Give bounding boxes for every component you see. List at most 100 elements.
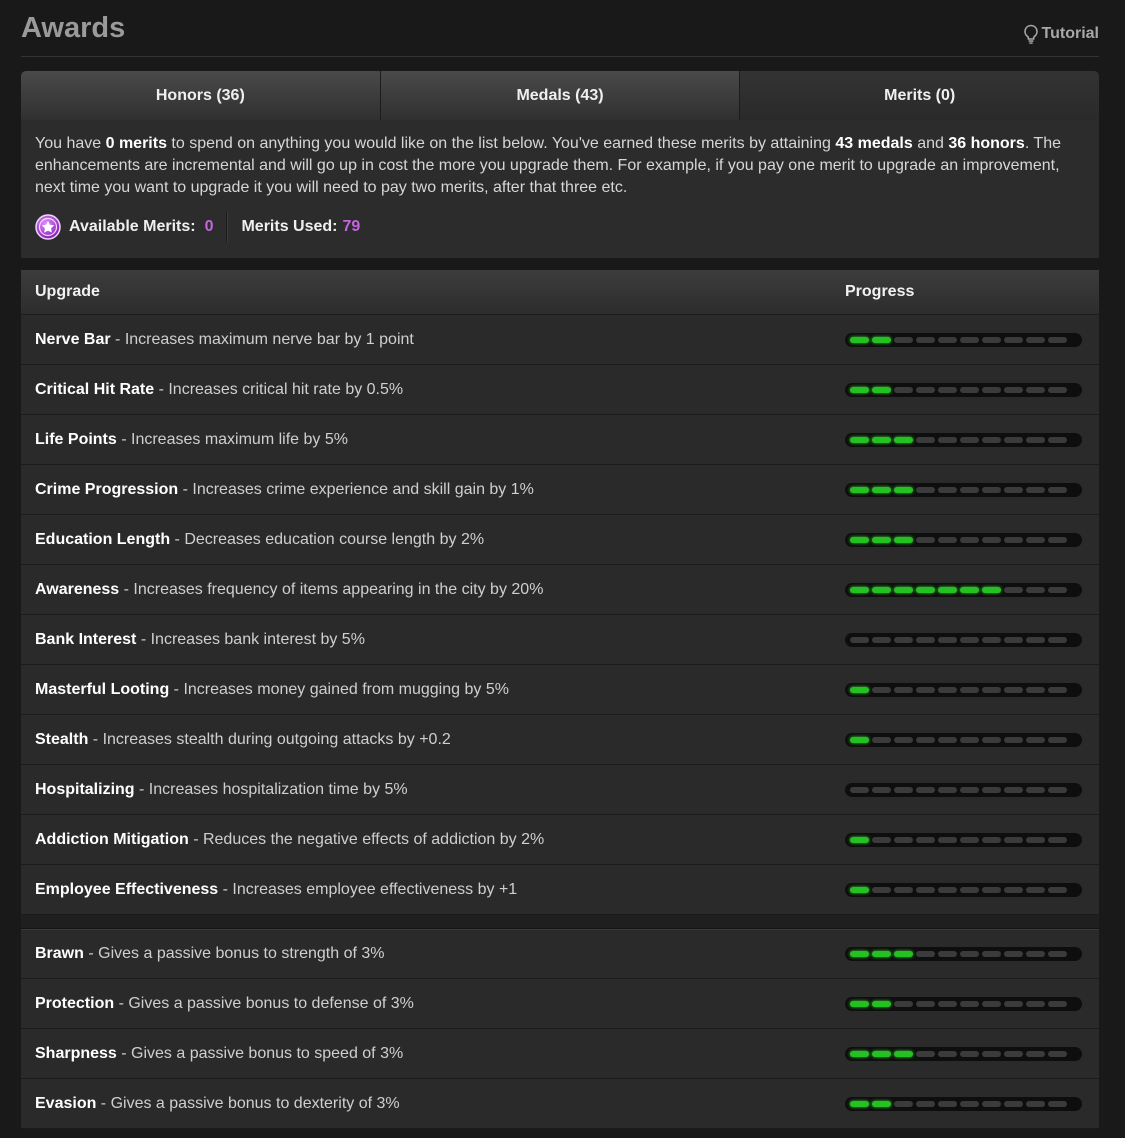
progress-segment-empty (894, 336, 913, 343)
progress-segment-empty (1004, 336, 1023, 343)
progress-segment-empty (916, 786, 935, 793)
upgrade-progress (845, 382, 1099, 397)
progress-segment-empty (982, 1000, 1001, 1007)
progress-segment-empty (1048, 886, 1067, 893)
upgrade-description: - Increases stealth during outgoing atta… (88, 730, 451, 748)
upgrade-name: Addiction Mitigation (35, 830, 189, 848)
progress-segment-filled (894, 486, 913, 493)
upgrade-row[interactable]: Nerve Bar - Increases maximum nerve bar … (21, 315, 1099, 365)
upgrades-table: Upgrade Progress Nerve Bar - Increases m… (21, 270, 1099, 1129)
progress-segment-filled (850, 736, 869, 743)
honors-count-text: 36 honors (948, 135, 1025, 152)
progress-segment-empty (938, 786, 957, 793)
upgrade-description: - Gives a passive bonus to defense of 3% (114, 994, 414, 1012)
upgrade-row[interactable]: Bank Interest - Increases bank interest … (21, 615, 1099, 665)
upgrade-text: Brawn - Gives a passive bonus to strengt… (21, 945, 845, 963)
progress-segment-empty (1048, 951, 1067, 957)
upgrade-row[interactable]: Brawn - Gives a passive bonus to strengt… (21, 929, 1099, 979)
progress-segment-empty (982, 736, 1001, 743)
progress-bar (845, 432, 1082, 447)
progress-segment-empty (872, 686, 891, 693)
progress-segment-empty (872, 886, 891, 893)
upgrade-progress (845, 832, 1099, 847)
progress-segment-empty (938, 1050, 957, 1057)
progress-bar (845, 1046, 1082, 1061)
upgrade-row[interactable]: Critical Hit Rate - Increases critical h… (21, 365, 1099, 415)
upgrade-progress (845, 582, 1099, 597)
progress-segment-empty (916, 636, 935, 643)
progress-segment-filled (872, 436, 891, 443)
progress-segment-empty (982, 336, 1001, 343)
progress-bar (845, 332, 1082, 347)
progress-segment-empty (1026, 1000, 1045, 1007)
progress-segment-empty (1048, 436, 1067, 443)
progress-segment-empty (1004, 636, 1023, 643)
progress-segment-empty (894, 686, 913, 693)
progress-segment-filled (850, 1000, 869, 1007)
upgrade-row[interactable]: Education Length - Decreases education c… (21, 515, 1099, 565)
progress-segment-empty (1026, 1100, 1045, 1107)
progress-segment-empty (960, 786, 979, 793)
progress-segment-empty (1004, 386, 1023, 393)
lightbulb-icon (1023, 24, 1039, 44)
upgrade-row[interactable]: Masterful Looting - Increases money gain… (21, 665, 1099, 715)
progress-segment-empty (872, 786, 891, 793)
progress-segment-empty (894, 1100, 913, 1107)
upgrade-text: Sharpness - Gives a passive bonus to spe… (21, 1045, 845, 1063)
progress-segment-empty (1048, 636, 1067, 643)
upgrade-row[interactable]: Awareness - Increases frequency of items… (21, 565, 1099, 615)
upgrade-name: Protection (35, 994, 115, 1012)
upgrade-row[interactable]: Crime Progression - Increases crime expe… (21, 465, 1099, 515)
progress-segment-empty (916, 736, 935, 743)
tab-merits[interactable]: Merits (0) (740, 71, 1099, 120)
progress-segment-empty (1004, 786, 1023, 793)
tab-honors[interactable]: Honors (36) (21, 71, 381, 120)
progress-segment-filled (938, 586, 957, 593)
progress-bar (845, 832, 1082, 847)
tab-medals[interactable]: Medals (43) (380, 71, 741, 120)
upgrade-text: Masterful Looting - Increases money gain… (21, 681, 845, 699)
progress-segment-empty (916, 1000, 935, 1007)
progress-segment-empty (960, 836, 979, 843)
merits-used-value: 79 (342, 218, 361, 235)
upgrade-text: Education Length - Decreases education c… (21, 531, 845, 549)
upgrade-name: Life Points (35, 430, 117, 448)
upgrade-name: Hospitalizing (35, 780, 135, 798)
upgrade-description: - Reduces the negative effects of addict… (188, 830, 545, 848)
progress-segment-empty (894, 1000, 913, 1007)
progress-segment-empty (938, 386, 957, 393)
upgrade-progress (845, 1096, 1099, 1111)
progress-segment-empty (960, 686, 979, 693)
progress-segment-filled (850, 1100, 869, 1107)
upgrade-name: Critical Hit Rate (35, 380, 155, 398)
upgrade-row[interactable]: Life Points - Increases maximum life by … (21, 415, 1099, 465)
progress-segment-filled (872, 386, 891, 393)
upgrade-row[interactable]: Stealth - Increases stealth during outgo… (21, 715, 1099, 765)
progress-segment-filled (872, 336, 891, 343)
upgrade-row[interactable]: Protection - Gives a passive bonus to de… (21, 979, 1099, 1029)
progress-segment-filled (872, 486, 891, 493)
progress-segment-empty (1026, 686, 1045, 693)
progress-segment-empty (960, 486, 979, 493)
progress-segment-empty (916, 686, 935, 693)
upgrade-progress (845, 882, 1099, 897)
progress-segment-empty (938, 1100, 957, 1107)
progress-segment-empty (1004, 836, 1023, 843)
progress-segment-empty (894, 386, 913, 393)
column-header-upgrade: Upgrade (35, 283, 100, 300)
upgrade-text: Nerve Bar - Increases maximum nerve bar … (21, 331, 845, 349)
upgrade-row[interactable]: Hospitalizing - Increases hospitalizatio… (21, 765, 1099, 815)
progress-segment-empty (960, 536, 979, 543)
progress-segment-empty (1004, 486, 1023, 493)
tutorial-link[interactable]: Tutorial (1023, 24, 1099, 44)
upgrade-row[interactable]: Evasion - Gives a passive bonus to dexte… (21, 1079, 1099, 1129)
progress-segment-empty (938, 636, 957, 643)
progress-segment-empty (960, 436, 979, 443)
progress-segment-empty (1004, 1050, 1023, 1057)
upgrade-row[interactable]: Employee Effectiveness - Increases emplo… (21, 865, 1099, 915)
upgrade-row[interactable]: Sharpness - Gives a passive bonus to spe… (21, 1029, 1099, 1079)
upgrade-row[interactable]: Addiction Mitigation - Reduces the negat… (21, 815, 1099, 865)
medals-count-text: 43 medals (835, 135, 913, 152)
progress-segment-empty (872, 736, 891, 743)
progress-segment-filled (850, 886, 869, 893)
